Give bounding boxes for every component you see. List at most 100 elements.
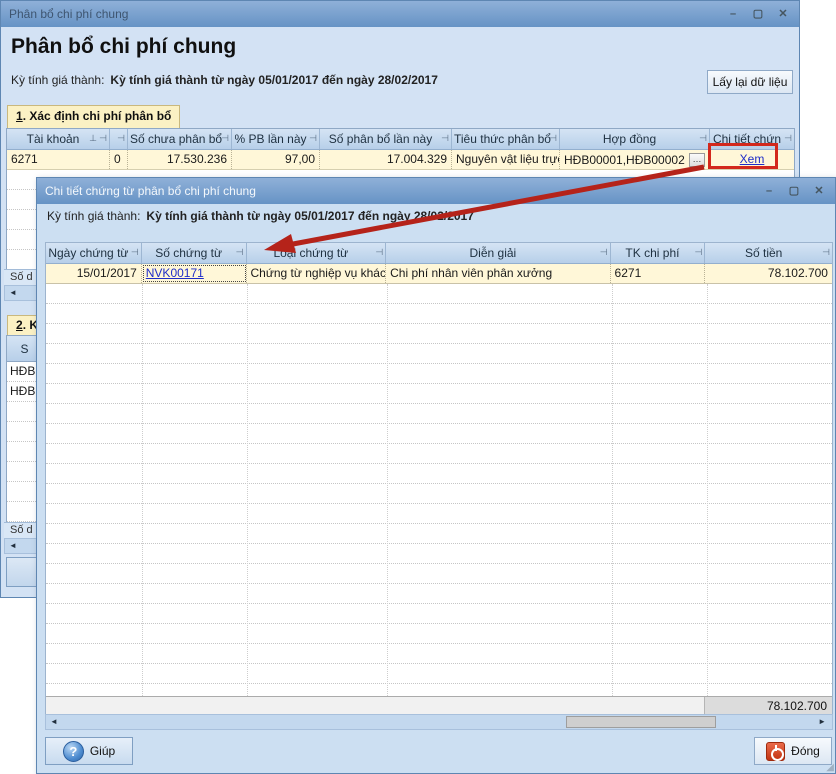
voucher-table: Ngày chứng từ⊣ Số chứng từ⊣ Loại chứng t…	[45, 242, 833, 716]
maximize-icon[interactable]: ▢	[786, 184, 802, 199]
cell-contracts[interactable]: HĐB00001,HĐB00002 …	[560, 150, 710, 169]
empty-row	[46, 484, 832, 504]
empty-row	[46, 344, 832, 364]
pin-icon[interactable]: ⊣	[309, 133, 317, 143]
dialog-title: Chi tiết chứng từ phân bổ chi phí chung	[45, 184, 761, 198]
empty-row	[46, 544, 832, 564]
maximize-icon[interactable]: ▢	[750, 7, 766, 22]
empty-row	[46, 624, 832, 644]
empty-row	[46, 424, 832, 444]
empty-row	[46, 564, 832, 584]
scrollbar-thumb[interactable]	[566, 716, 716, 728]
scroll-left-icon[interactable]: ◄	[5, 286, 21, 300]
col-chi-tiet[interactable]: Chi tiết chứn⊣	[710, 129, 794, 149]
cell-criteria[interactable]: Nguyên vật liệu trực ti	[452, 150, 560, 169]
period-label: Kỳ tính giá thành:	[47, 209, 140, 223]
cell-account[interactable]: 6271	[7, 150, 110, 169]
cell-allocated[interactable]: 17.004.329	[320, 150, 452, 169]
empty-row	[46, 664, 832, 684]
cell-description[interactable]: Chi phí nhân viên phân xưởng	[386, 264, 610, 283]
pin-icon[interactable]: ⊣	[375, 247, 383, 257]
pin-icon[interactable]: ⊥	[89, 133, 97, 143]
pin-icon[interactable]: ⊣	[117, 133, 125, 143]
power-icon	[766, 742, 785, 761]
column-separator	[612, 284, 613, 696]
cell-detail[interactable]: Xem	[710, 150, 794, 169]
minimize-icon[interactable]: –	[761, 184, 777, 199]
close-button[interactable]: Đóng	[754, 737, 832, 765]
col-pb-lan-nay[interactable]: % PB lần này⊣	[232, 129, 320, 149]
period-line: Kỳ tính giá thành:Kỳ tính giá thành từ n…	[11, 73, 438, 87]
view-link[interactable]: Xem	[740, 152, 765, 166]
pin-icon[interactable]: ⊣	[600, 247, 608, 257]
close-icon[interactable]: ✕	[775, 7, 791, 22]
pin-icon[interactable]: ⊣	[822, 247, 830, 257]
col-tk-chi-phi[interactable]: TK chi phí⊣	[611, 243, 706, 263]
pin-icon[interactable]: ⊣	[441, 133, 449, 143]
reload-data-button[interactable]: Lấy lại dữ liệu	[707, 70, 793, 94]
summary-row: 78.102.700	[46, 696, 832, 715]
pin-icon[interactable]: ⊣	[694, 247, 702, 257]
col-tai-khoan[interactable]: Tài khoản⊥⊣	[7, 129, 110, 149]
col-so-phan-bo-lan-nay[interactable]: Số phân bổ lần này⊣	[320, 129, 452, 149]
col-tieu-thuc[interactable]: Tiêu thức phân bổ⊣	[452, 129, 560, 149]
scroll-left-icon[interactable]: ◄	[5, 539, 21, 553]
pin-icon[interactable]: ⊣	[131, 247, 139, 257]
resize-grip-icon[interactable]: ◢	[826, 762, 834, 773]
empty-row	[46, 364, 832, 384]
col-ngay-chung-tu[interactable]: Ngày chứng từ⊣	[46, 243, 142, 263]
cell-unallocated[interactable]: 17.530.236	[128, 150, 232, 169]
ellipsis-button[interactable]: …	[689, 153, 705, 167]
pin-icon[interactable]: ⊣	[221, 133, 229, 143]
col-hop-dong[interactable]: Hợp đồng⊣	[560, 129, 710, 149]
cell-voucher-type[interactable]: Chứng từ nghiệp vụ khác	[247, 264, 387, 283]
scroll-left-icon[interactable]: ◄	[46, 715, 62, 729]
column-separator	[707, 284, 708, 696]
col-hidden[interactable]: ⊣	[110, 129, 128, 149]
col-so-chua-phan-bo[interactable]: Số chưa phân bổ⊣	[128, 129, 232, 149]
empty-row	[46, 504, 832, 524]
pin-icon[interactable]: ⊣	[699, 133, 707, 143]
summary-spacer	[46, 697, 705, 715]
empty-row	[46, 584, 832, 604]
empty-row	[46, 644, 832, 664]
tab-define-allocation-cost[interactable]: 1. Xác định chi phí phân bổ	[7, 105, 180, 128]
empty-row	[46, 604, 832, 624]
minimize-icon[interactable]: –	[725, 7, 741, 22]
dialog-titlebar: Chi tiết chứng từ phân bổ chi phí chung …	[37, 178, 835, 204]
column-separator	[142, 284, 143, 696]
period-value: Kỳ tính giá thành từ ngày 05/01/2017 đến…	[110, 73, 438, 87]
empty-row	[46, 384, 832, 404]
page-title: Phân bổ chi phí chung	[11, 35, 236, 59]
empty-row	[46, 444, 832, 464]
col-so-chung-tu[interactable]: Số chứng từ⊣	[142, 243, 247, 263]
cell-voucher-no[interactable]: NVK00171	[142, 264, 247, 283]
cell-date[interactable]: 15/01/2017	[46, 264, 142, 283]
help-button[interactable]: ? Giúp	[45, 737, 133, 765]
col-loai-chung-tu[interactable]: Loại chứng từ⊣	[247, 243, 387, 263]
column-separator	[247, 284, 248, 696]
voucher-link[interactable]: NVK00171	[146, 266, 204, 280]
help-icon: ?	[63, 741, 84, 762]
cell-hidden[interactable]: 0	[110, 150, 128, 169]
cell-expense-account[interactable]: 6271	[611, 264, 706, 283]
cell-percent[interactable]: 97,00	[232, 150, 320, 169]
close-button-label: Đóng	[791, 744, 820, 758]
empty-row	[46, 284, 832, 304]
pin-icon[interactable]: ⊣	[784, 133, 792, 143]
empty-row	[46, 464, 832, 484]
horizontal-scrollbar[interactable]: ◄ ►	[45, 714, 833, 730]
cell-amount[interactable]: 78.102.700	[705, 264, 832, 283]
pin-icon[interactable]: ⊣	[99, 133, 107, 143]
col-so-tien[interactable]: Số tiền⊣	[705, 243, 832, 263]
empty-row	[46, 324, 832, 344]
pin-icon[interactable]: ⊣	[236, 247, 244, 257]
allocation-table-header: Tài khoản⊥⊣ ⊣ Số chưa phân bổ⊣ % PB lần …	[7, 129, 794, 150]
close-icon[interactable]: ✕	[811, 184, 827, 199]
col-dien-giai[interactable]: Diễn giải⊣	[386, 243, 610, 263]
scroll-right-icon[interactable]: ►	[814, 715, 830, 729]
allocation-window-titlebar: Phân bổ chi phí chung – ▢ ✕	[1, 1, 799, 27]
period-value: Kỳ tính giá thành từ ngày 05/01/2017 đến…	[146, 209, 474, 223]
pin-icon[interactable]: ⊣	[549, 133, 557, 143]
tab2-number: 2	[16, 318, 23, 332]
